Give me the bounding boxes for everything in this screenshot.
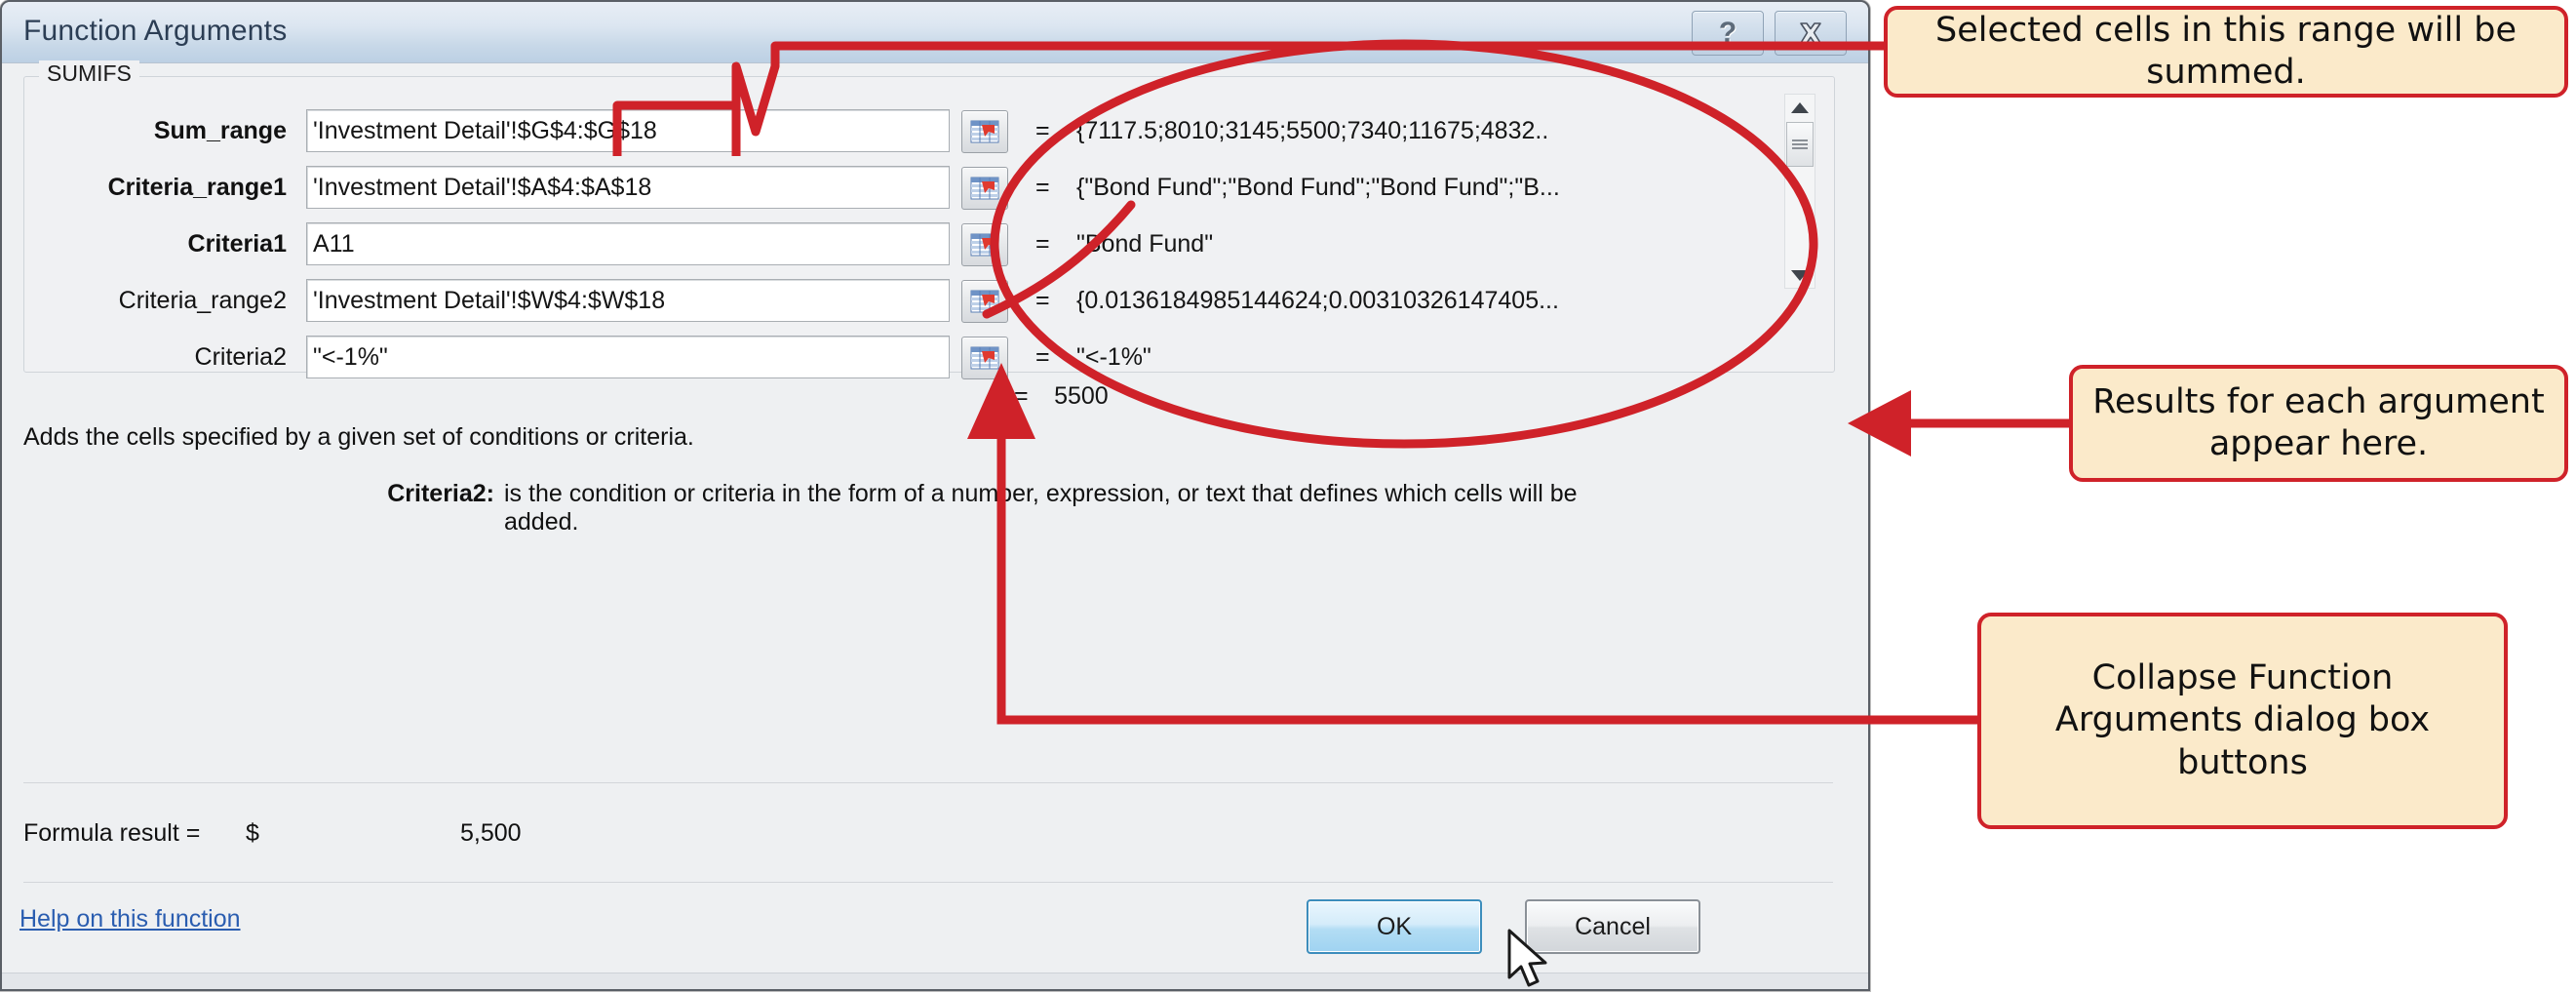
argument-help-text: is the condition or criteria in the form…: [504, 480, 1578, 536]
formula-result-label: Formula result =: [23, 819, 201, 847]
range-selector-icon: [970, 290, 999, 313]
annotation-callout-results: Results for each argument appear here.: [2069, 365, 2568, 482]
argument-value: 'Investment Detail'!$G$4:$G$18: [313, 117, 657, 144]
equals-sign: =: [1035, 117, 1050, 144]
argument-value: 'Investment Detail'!$A$4:$A$18: [313, 174, 652, 201]
range-selector-icon: [970, 120, 999, 143]
argument-result: "Bond Fund": [1076, 230, 1214, 258]
collapse-dialog-button[interactable]: [961, 223, 1008, 266]
criteria-range2-input[interactable]: 'Investment Detail'!$W$4:$W$18: [306, 279, 950, 322]
argument-help-label: Criteria2:: [387, 480, 494, 507]
final-result-row: = 5500: [1014, 382, 1109, 425]
equals-sign: =: [1014, 382, 1029, 410]
criteria2-input[interactable]: "<-1%": [306, 336, 950, 378]
annotation-callout-selected-cells: Selected cells in this range will be sum…: [1884, 6, 2568, 98]
scrollbar-grip-line: [1792, 143, 1808, 145]
equals-sign: =: [1035, 230, 1050, 258]
argument-result: {7117.5;8010;3145;5500;7340;11675;4832..: [1076, 117, 1549, 144]
divider: [23, 782, 1833, 784]
function-arguments-dialog: Function Arguments ? SUMIFS Sum_range 'I…: [0, 0, 1870, 991]
argument-label: Criteria_range2: [118, 287, 287, 314]
collapse-dialog-button[interactable]: [961, 280, 1008, 323]
range-selector-icon: [970, 233, 999, 257]
argument-value: A11: [313, 230, 355, 258]
argument-result: {0.0136184985144624;0.00310326147405...: [1076, 287, 1559, 314]
scrollbar-thumb[interactable]: [1786, 122, 1814, 167]
scroll-up-arrow-icon[interactable]: [1785, 95, 1815, 120]
question-mark-icon: ?: [1718, 17, 1737, 49]
scrollbar-grip-line: [1792, 147, 1808, 149]
function-description: Adds the cells specified by a given set …: [23, 423, 694, 451]
divider: [23, 882, 1833, 884]
ok-button[interactable]: OK: [1307, 899, 1482, 954]
argument-label: Criteria2: [194, 343, 287, 371]
results-scrollbar[interactable]: [1784, 94, 1815, 289]
range-selector-icon: [970, 177, 999, 200]
function-name-label: SUMIFS: [39, 60, 139, 87]
scrollbar-grip-line: [1792, 139, 1808, 141]
argument-value: 'Investment Detail'!$W$4:$W$18: [313, 287, 666, 314]
collapse-dialog-button[interactable]: [961, 167, 1008, 210]
argument-result: {"Bond Fund";"Bond Fund";"Bond Fund";"B.…: [1076, 174, 1560, 201]
dialog-bottom-bar: [2, 973, 1868, 989]
dialog-titlebar: Function Arguments ?: [2, 2, 1868, 63]
range-selector-icon: [970, 346, 999, 370]
formula-result-currency: $: [246, 819, 259, 847]
equals-sign: =: [1035, 343, 1050, 371]
argument-label: Criteria_range1: [107, 174, 287, 201]
collapse-dialog-button[interactable]: [961, 110, 1008, 153]
final-result-value: 5500: [1054, 382, 1109, 410]
collapse-dialog-button[interactable]: [961, 337, 1008, 379]
criteria1-input[interactable]: A11: [306, 222, 950, 265]
argument-help: Criteria2: is the condition or criteria i…: [363, 480, 1806, 536]
argument-result: "<-1%": [1076, 343, 1151, 371]
help-button[interactable]: ?: [1692, 11, 1764, 56]
mouse-cursor: [1507, 929, 1547, 987]
close-x-icon: [1800, 22, 1821, 44]
argument-value: "<-1%": [313, 343, 388, 371]
argument-label: Sum_range: [153, 117, 287, 144]
scroll-down-arrow-icon[interactable]: [1785, 262, 1815, 288]
close-button[interactable]: [1775, 11, 1847, 56]
equals-sign: =: [1035, 287, 1050, 314]
argument-label: Criteria1: [187, 230, 287, 258]
formula-result-value: 5,500: [460, 819, 522, 847]
sum-range-input[interactable]: 'Investment Detail'!$G$4:$G$18: [306, 109, 950, 152]
annotation-callout-collapse-buttons: Collapse Function Arguments dialog box b…: [1977, 613, 2508, 829]
equals-sign: =: [1035, 174, 1050, 201]
criteria-range1-input[interactable]: 'Investment Detail'!$A$4:$A$18: [306, 166, 950, 209]
help-on-this-function-link[interactable]: Help on this function: [20, 905, 241, 933]
page-title: Function Arguments: [23, 15, 288, 47]
